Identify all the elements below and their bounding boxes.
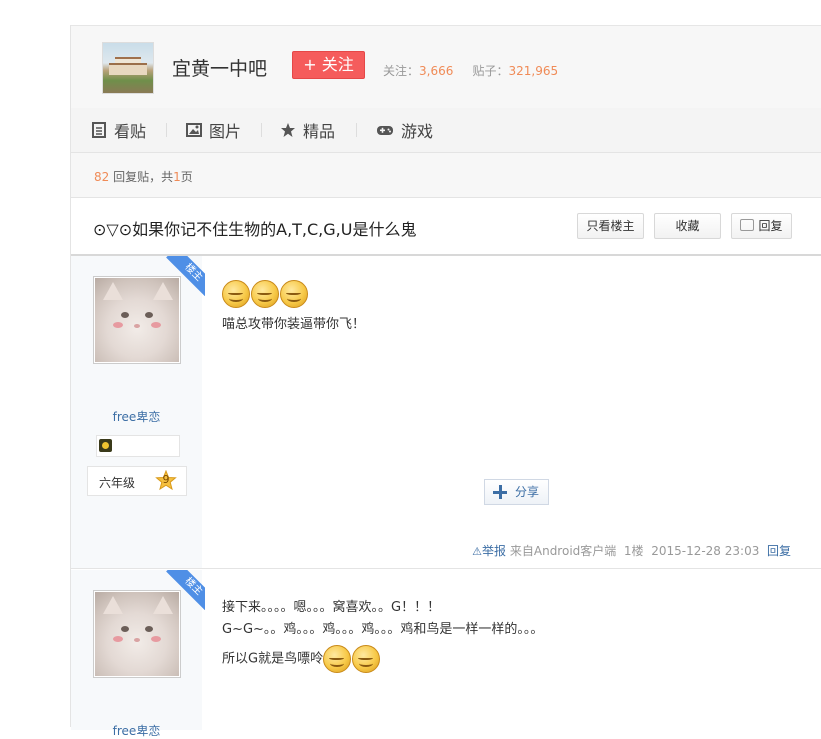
reply-count: 82 (94, 170, 110, 184)
page-count: 1 (173, 170, 181, 184)
level-number: 9 (162, 473, 170, 486)
post-source: 来自Android客户端 (509, 544, 617, 558)
forum-tabs: 看贴 图片 精品 游戏 (71, 108, 821, 153)
tab-divider (261, 123, 262, 137)
post-reply-link[interactable]: 回复 (767, 544, 791, 558)
floor-number: 1楼 (623, 544, 644, 558)
document-icon (91, 122, 107, 138)
only-op-button[interactable]: 只看楼主 (577, 213, 644, 239)
forum-header: 宜黄一中吧 + 关注 关注：3,666 贴子：321,965 (71, 25, 821, 109)
level-star-icon: 9 (155, 469, 177, 492)
member-level[interactable]: 六年级 9 (87, 466, 187, 496)
post-content: 喵总攻带你装逼带你飞！ (222, 280, 365, 336)
tab-featured-label: 精品 (303, 122, 336, 141)
thread-title-bar: ⊙▽⊙如果你记不住生物的A,T,C,G,U是什么鬼 只看楼主 收藏 回复 (71, 198, 821, 256)
post-text: 所以G就是鸟嘌呤 (222, 651, 324, 667)
post-floor-2: 楼主 free卑恋 接下来。。。。嗯。。。窝喜欢。。G！！！ G~G~。。鸡。。… (71, 570, 821, 738)
followers-label: 关注： (383, 64, 420, 78)
reply-count-text: 82 回复贴，共1页 (94, 168, 193, 185)
smile-emoji-icon (352, 645, 381, 673)
reply-count-bar: 82 回复贴，共1页 (71, 153, 821, 198)
avatar[interactable] (93, 276, 181, 364)
thread-title: ⊙▽⊙如果你记不住生物的A,T,C,G,U是什么鬼 (93, 220, 417, 239)
smile-emoji-icon (323, 645, 352, 673)
post-floor-1: 楼主 free卑恋 六年级 9 喵总攻带你装逼带你飞！ 分享 ⚠举报 来自And… (71, 256, 821, 569)
tab-divider (356, 123, 357, 137)
gamepad-icon (376, 122, 394, 138)
sun-medal-icon (99, 439, 112, 452)
tab-games-label: 游戏 (401, 122, 434, 141)
report-link[interactable]: ⚠举报 (472, 544, 506, 558)
plus-icon (493, 485, 507, 499)
favorite-button[interactable]: 收藏 (654, 213, 721, 239)
level-title: 六年级 (99, 476, 136, 490)
forum-name[interactable]: 宜黄一中吧 (172, 54, 267, 81)
post-text-line: G~G~。。鸡。。。鸡。。。鸡。。。鸡和鸟是一样一样的。。。 (222, 622, 544, 637)
share-label: 分享 (515, 485, 540, 499)
reply-count-mid: 回复贴，共 (109, 170, 174, 184)
post-divider (71, 568, 821, 569)
tab-games[interactable]: 游戏 (376, 120, 434, 141)
tab-divider (166, 123, 167, 137)
forum-stats: 关注：3,666 贴子：321,965 (383, 62, 558, 79)
tab-images[interactable]: 图片 (186, 120, 242, 141)
star-icon (280, 122, 296, 138)
avatar[interactable] (93, 590, 181, 678)
page-suffix: 页 (180, 170, 193, 184)
tab-posts-label: 看贴 (114, 122, 147, 141)
reply-button-label: 回复 (758, 219, 783, 233)
smile-emoji-icon (280, 280, 308, 308)
smile-emoji-icon (222, 280, 250, 308)
post-text-line: 喵总攻带你装逼带你飞！ (222, 317, 366, 332)
comment-icon (740, 219, 755, 231)
username[interactable]: free卑恋 (71, 408, 202, 425)
post-time: 2015-12-28 23:03 (651, 544, 760, 558)
follow-button[interactable]: + 关注 (292, 51, 365, 79)
tab-images-label: 图片 (209, 122, 242, 141)
medal-badge[interactable] (96, 435, 180, 457)
forum-logo[interactable] (102, 42, 154, 94)
username[interactable]: free卑恋 (71, 722, 202, 739)
tab-featured[interactable]: 精品 (280, 120, 336, 141)
smile-emoji-icon (251, 280, 279, 308)
followers-count: 3,666 (419, 64, 454, 78)
post-content: 接下来。。。。嗯。。。窝喜欢。。G！！！ G~G~。。鸡。。。鸡。。。鸡。。。鸡… (222, 597, 543, 673)
share-button[interactable]: 分享 (484, 479, 549, 505)
emoji-row (222, 280, 365, 308)
posts-count: 321,965 (508, 64, 559, 78)
post-text-line: 接下来。。。。嗯。。。窝喜欢。。G！！！ (222, 600, 441, 615)
image-icon (186, 122, 202, 138)
reply-button[interactable]: 回复 (731, 213, 792, 239)
posts-label: 贴子： (472, 64, 509, 78)
forum-frame: 宜黄一中吧 + 关注 关注：3,666 贴子：321,965 看贴 图片 精品 … (70, 25, 821, 738)
warning-icon: ⚠ (472, 545, 483, 558)
tab-posts[interactable]: 看贴 (91, 120, 147, 141)
post-meta: ⚠举报 来自Android客户端 1楼 2015-12-28 23:03 回复 (472, 542, 791, 559)
post-text-line-with-emoji: 所以G就是鸟嘌呤 (222, 645, 543, 673)
